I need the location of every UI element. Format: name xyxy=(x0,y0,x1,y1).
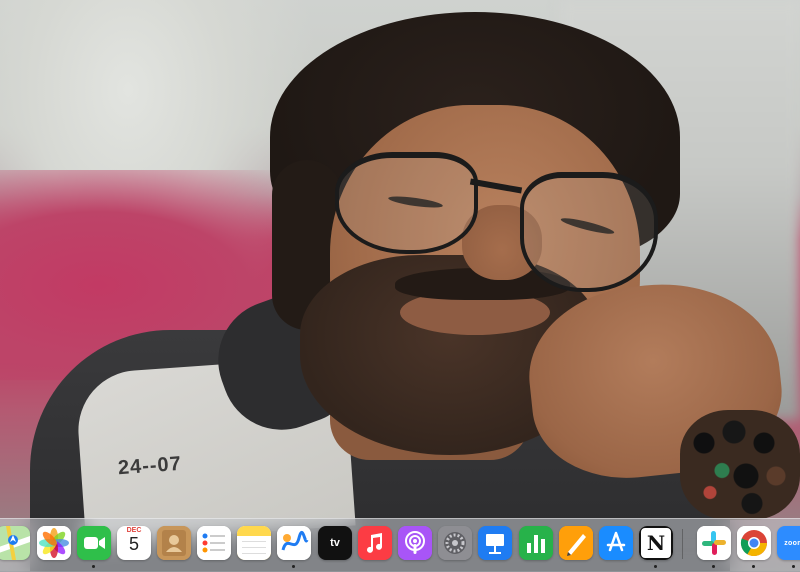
podcasts-icon xyxy=(398,526,432,560)
dock-item-reminders[interactable] xyxy=(197,526,231,560)
running-indicator xyxy=(752,565,755,568)
dock-item-notion[interactable]: N xyxy=(639,526,673,560)
facetime-icon xyxy=(77,526,111,560)
app-store-icon xyxy=(599,526,633,560)
settings-gear-icon xyxy=(438,526,472,560)
music-icon xyxy=(358,526,392,560)
keynote-icon xyxy=(478,526,512,560)
dock-separator xyxy=(682,529,683,559)
dock-item-settings[interactable] xyxy=(438,526,472,560)
dock-item-tv[interactable]: tv xyxy=(318,526,352,560)
dock-item-podcasts[interactable] xyxy=(398,526,432,560)
notion-icon: N xyxy=(639,526,673,560)
camera-feed-background: 24--07 xyxy=(0,0,800,571)
dock-item-music[interactable] xyxy=(358,526,392,560)
dock-item-zoom[interactable]: zoom xyxy=(777,526,800,560)
running-indicator xyxy=(712,565,715,568)
pages-icon xyxy=(559,526,593,560)
dock-item-freeform[interactable] xyxy=(277,526,311,560)
zoom-icon: zoom xyxy=(777,526,800,560)
apple-tv-icon: tv xyxy=(318,526,352,560)
calendar-icon: DEC 5 xyxy=(117,526,151,560)
dock-item-numbers[interactable] xyxy=(519,526,553,560)
dock-item-contacts[interactable] xyxy=(157,526,191,560)
contacts-icon xyxy=(157,526,191,560)
notion-label: N xyxy=(646,531,666,555)
dock-item-slack[interactable] xyxy=(697,526,731,560)
maps-icon xyxy=(0,526,30,560)
numbers-icon xyxy=(519,526,553,560)
shirt-print-text: 24--07 xyxy=(117,452,183,480)
dock-item-maps[interactable] xyxy=(0,526,30,560)
dock-items: DEC5 tv Nzoom xyxy=(0,519,800,572)
calendar-month-label: DEC xyxy=(126,527,142,534)
glasses-left-lens xyxy=(335,152,478,254)
dock-item-pages[interactable] xyxy=(559,526,593,560)
glasses-right-lens xyxy=(520,172,658,292)
running-indicator xyxy=(92,565,95,568)
calendar-day-label: 5 xyxy=(128,534,139,554)
freeform-icon xyxy=(277,526,311,560)
beaded-bracelet xyxy=(680,410,800,520)
running-indicator xyxy=(654,565,657,568)
dock: DEC5 tv Nzoom xyxy=(0,518,800,572)
chrome-icon xyxy=(737,526,771,560)
slack-icon xyxy=(697,526,731,560)
dock-item-calendar[interactable]: DEC 5 xyxy=(117,526,151,560)
reminders-icon xyxy=(197,526,231,560)
dock-item-appstore[interactable] xyxy=(599,526,633,560)
photos-icon xyxy=(37,526,71,560)
dock-item-chrome[interactable] xyxy=(737,526,771,560)
running-indicator xyxy=(792,565,795,568)
dock-item-keynote[interactable] xyxy=(478,526,512,560)
dock-item-facetime[interactable] xyxy=(77,526,111,560)
dock-item-photos[interactable] xyxy=(37,526,71,560)
tv-label: tv xyxy=(330,537,340,549)
zoom-label: zoom xyxy=(784,539,800,547)
notes-icon xyxy=(237,526,271,560)
dock-item-notes[interactable] xyxy=(237,526,271,560)
running-indicator xyxy=(292,565,295,568)
